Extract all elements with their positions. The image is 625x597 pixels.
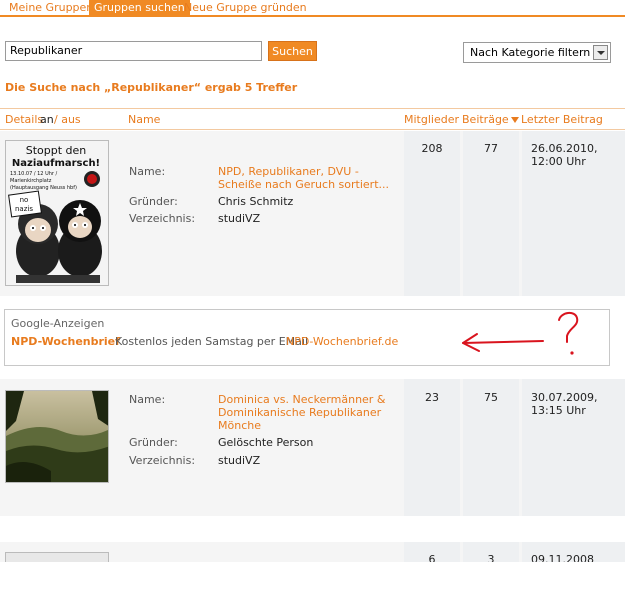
ad-url-link[interactable]: NPD-Wochenbrief.de	[286, 335, 398, 348]
members-column-header[interactable]: Mitglieder	[404, 113, 459, 126]
ad-text: Kostenlos jeden Samstag per EMail	[115, 335, 308, 348]
tab-search-groups[interactable]: Gruppen suchen	[89, 0, 190, 17]
row-3-clip: 6 3 09.11.2008	[0, 542, 625, 562]
posts-cell-bg	[463, 131, 519, 296]
group-name-link[interactable]: Dominica vs. Neckermänner & Dominikanisc…	[218, 393, 388, 432]
directory-label: Verzeichnis:	[129, 454, 196, 467]
dropdown-arrow-icon[interactable]	[593, 45, 608, 60]
details-off-link[interactable]: / aus	[54, 113, 81, 126]
posts-column-header[interactable]: Beiträge	[462, 113, 519, 126]
result-count-text: Die Suche nach „Republikaner“ ergab 5 Tr…	[5, 81, 298, 94]
posts-count: 75	[484, 391, 498, 404]
category-filter-value: Nach Kategorie filtern	[470, 46, 591, 59]
sign-line-1: no	[20, 196, 29, 204]
posts-count: 3	[487, 553, 495, 562]
details-on-link[interactable]: an	[40, 113, 54, 126]
members-cell-bg	[404, 131, 460, 296]
members-count: 6	[428, 553, 436, 562]
posts-count: 77	[484, 142, 498, 155]
poster-line-1: Stoppt den	[26, 144, 87, 157]
last-post-date: 09.11.2008	[531, 553, 594, 562]
founder-value: Chris Schmitz	[218, 195, 294, 208]
members-count: 208	[421, 142, 443, 155]
poster-line-4: Marienkirchplatz	[10, 178, 52, 184]
last-post-time: 13:15 Uhr	[531, 404, 586, 417]
tab-my-groups[interactable]: Meine Gruppen	[4, 0, 98, 17]
landscape-photo-image	[6, 391, 108, 482]
last-post-time: 12:00 Uhr	[531, 155, 586, 168]
ad-label: Google-Anzeigen	[11, 317, 105, 330]
poster-line-3: 13.10.07 / 12 Uhr /	[10, 171, 58, 177]
founder-value: Gelöschte Person	[218, 436, 314, 449]
directory-value: studiVZ	[218, 212, 261, 225]
founder-label: Gründer:	[129, 195, 178, 208]
group-thumbnail[interactable]: Stoppt den Naziaufmarsch! 13.10.07 / 12 …	[5, 140, 109, 286]
last-post-column-header[interactable]: Letzter Beitrag	[521, 113, 603, 126]
posts-column-label: Beiträge	[462, 113, 509, 126]
tab-bar: Meine Gruppen Gruppen suchen Neue Gruppe…	[0, 0, 625, 17]
search-button[interactable]: Suchen	[268, 41, 317, 61]
last-post-date: 30.07.2009,	[531, 391, 598, 404]
group-name-link[interactable]: NPD, Republikaner, DVU - Scheiße nach Ge…	[218, 165, 398, 191]
last-post-date: 26.06.2010,	[531, 142, 598, 155]
sort-desc-icon	[510, 117, 519, 123]
protest-poster-image: Stoppt den Naziaufmarsch! 13.10.07 / 12 …	[6, 141, 108, 285]
name-column-header[interactable]: Name	[128, 113, 160, 126]
directory-label: Verzeichnis:	[129, 212, 196, 225]
ad-title-link[interactable]: NPD-Wochenbrief	[11, 335, 120, 348]
results-table-header: Details an / aus Name Mitglieder Beiträg…	[0, 108, 625, 130]
category-filter-select[interactable]: Nach Kategorie filtern	[463, 42, 611, 63]
poster-line-5: (Hauptausgang Neuss hbf)	[10, 185, 77, 191]
red-arrow-question-annotation	[462, 312, 579, 355]
sign-line-2: nazis	[15, 205, 33, 213]
directory-value: studiVZ	[218, 454, 261, 467]
search-input[interactable]: Republikaner	[5, 41, 262, 61]
poster-line-2: Naziaufmarsch!	[12, 158, 100, 169]
group-thumbnail[interactable]	[5, 390, 109, 483]
name-label: Name:	[129, 393, 166, 406]
tab-new-group[interactable]: Neue Gruppe gründen	[179, 0, 312, 17]
founder-label: Gründer:	[129, 436, 178, 449]
name-label: Name:	[129, 165, 166, 178]
details-header: Details	[5, 113, 44, 126]
members-count: 23	[425, 391, 439, 404]
